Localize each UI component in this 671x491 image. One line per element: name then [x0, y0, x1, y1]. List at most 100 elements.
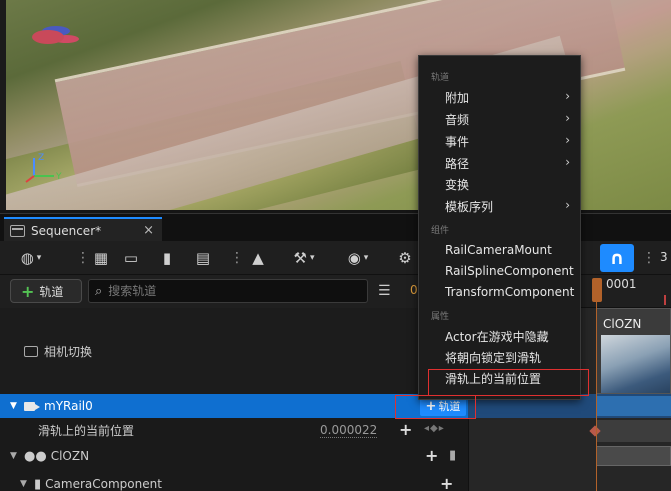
marker-icon: ▲: [252, 249, 264, 267]
chevron-right-icon: ›: [565, 111, 570, 125]
wrench-icon: ⚒: [293, 249, 307, 267]
plus-icon: +: [21, 281, 35, 301]
clapper-icon: [10, 224, 25, 237]
menu-item-lock-orientation-to-rail[interactable]: 将朝向锁定到滑轨: [420, 346, 580, 368]
menu-item-path[interactable]: 路径 ›: [420, 152, 580, 174]
track-label: ClOZN: [50, 449, 90, 463]
track-search-input[interactable]: [108, 284, 349, 298]
menu-item-transform[interactable]: 变换: [420, 173, 580, 195]
menu-item-label: Actor在游戏中隐藏: [445, 329, 549, 344]
axis-gizmo-icon: Z Y: [25, 153, 62, 183]
menu-item-audio[interactable]: 音频 ›: [420, 108, 580, 130]
track-label: CameraComponent: [45, 477, 162, 491]
playhead-handle[interactable]: [592, 278, 602, 302]
chevron-right-icon: ›: [565, 198, 570, 212]
menu-item-rail-spline-component[interactable]: RailSplineComponent: [420, 260, 580, 282]
track-search-row: + 轨道 ⌕ ☰ 0: [0, 275, 468, 308]
chevron-down-icon: ▾: [309, 253, 315, 263]
menu-item-label: 路径: [445, 156, 470, 171]
camera-cut-icon: [24, 345, 38, 357]
axis-z-label: Z: [38, 153, 44, 163]
magnet-icon: ∩: [609, 247, 625, 269]
toolbar-divider: ⋮: [76, 250, 90, 266]
playhead-frame-label: 0001: [606, 277, 637, 291]
key-navigation-icon[interactable]: ◂◆▸: [424, 423, 445, 434]
render-movie-button[interactable]: ▤: [192, 247, 214, 269]
menu-section-header: 组件: [431, 226, 450, 236]
menu-item-label: TransformComponent: [445, 285, 575, 299]
menu-item-label: 变换: [445, 177, 470, 192]
menu-item-label: 模板序列: [445, 199, 494, 214]
add-track-button[interactable]: + 轨道: [10, 279, 82, 303]
filter-icon[interactable]: ☰: [378, 283, 391, 299]
axis-y-label: Y: [55, 172, 62, 182]
chevron-right-icon: ›: [565, 155, 570, 169]
current-frame-field[interactable]: 0: [410, 283, 418, 297]
viewport-left-edge: [0, 0, 6, 210]
track-row-camera[interactable]: ▼ ●● ClOZN + ▮: [0, 444, 468, 468]
group-icon: ●●: [24, 448, 47, 464]
menu-item-template-sequence[interactable]: 模板序列 ›: [420, 195, 580, 217]
expand-arrow-icon[interactable]: ▼: [10, 451, 20, 461]
track-row-component[interactable]: ▼ ▮ CameraComponent +: [0, 472, 468, 491]
save-icon: ▦: [93, 249, 109, 267]
clip-thumbnail: [601, 335, 670, 393]
search-icon: ⌕: [95, 283, 103, 299]
add-key-button[interactable]: +: [399, 420, 412, 439]
gear-icon: ⚙: [398, 249, 412, 267]
camera-cut-section[interactable]: ClOZN: [596, 308, 671, 394]
clapper-icon: ▤: [195, 249, 211, 267]
sequencer-tab[interactable]: Sequencer* ×: [4, 217, 162, 242]
expand-arrow-icon[interactable]: ▼: [10, 401, 20, 411]
toolbar-divider: ⋮: [642, 250, 656, 266]
camera-cut-track[interactable]: 相机切换: [0, 308, 468, 394]
component-icon: ▮: [34, 476, 42, 491]
menu-item-attach[interactable]: 附加 ›: [420, 86, 580, 108]
timeline-camera-bar[interactable]: [596, 446, 671, 466]
toolbar-number: 3: [660, 250, 668, 264]
settings-button[interactable]: ⚙: [394, 247, 416, 269]
camera-cut-label: 相机切换: [44, 344, 93, 359]
menu-item-event[interactable]: 事件 ›: [420, 130, 580, 152]
menu-item-actor-hidden-in-game[interactable]: Actor在游戏中隐藏: [420, 325, 580, 347]
find-asset-button[interactable]: ▭: [120, 247, 142, 269]
property-label: 滑轨上的当前位置: [38, 423, 135, 438]
chevron-down-icon: ▾: [36, 253, 42, 263]
menu-item-label: 将朝向锁定到滑轨: [445, 350, 542, 365]
snap-toggle-button[interactable]: ∩: [600, 244, 634, 272]
timeline-section[interactable]: [596, 396, 671, 416]
menu-item-transform-component[interactable]: TransformComponent: [420, 281, 580, 303]
world-settings-button[interactable]: ◍ ▾: [14, 247, 48, 269]
highlight-box-add-track: [395, 395, 476, 419]
camera-button[interactable]: ▮: [156, 247, 178, 269]
menu-section-header: 属性: [431, 312, 450, 322]
track-search-box[interactable]: ⌕: [88, 279, 368, 303]
clip-label: ClOZN: [603, 317, 642, 331]
tools-button[interactable]: ⚒ ▾: [286, 247, 322, 269]
highlight-box-menu-item: [428, 369, 589, 396]
add-track-menu: 轨道 附加 › 音频 › 事件 › 路径 › 变换 模板序列 › 组件 RailCamer…: [418, 55, 581, 400]
playhead-line: [596, 300, 597, 491]
close-icon[interactable]: ×: [143, 223, 154, 238]
folder-search-icon: ▭: [123, 249, 139, 267]
rail-actor-icon: [24, 400, 40, 413]
menu-item-label: 音频: [445, 112, 470, 127]
eye-icon: ◉: [347, 249, 361, 267]
camera-icon[interactable]: ▮: [449, 448, 456, 463]
menu-item-rail-camera-mount[interactable]: RailCameraMount: [420, 239, 580, 261]
menu-item-label: RailCameraMount: [445, 243, 552, 257]
menu-section-header: 轨道: [431, 73, 450, 83]
end-marker: [664, 295, 666, 305]
property-value-field[interactable]: 0.000022: [320, 423, 378, 438]
add-track-label: 轨道: [39, 284, 64, 299]
expand-arrow-icon[interactable]: ▼: [20, 479, 30, 489]
timeline-property-bar[interactable]: [596, 420, 671, 442]
view-options-button[interactable]: ◉ ▾: [340, 247, 376, 269]
track-row-property[interactable]: 滑轨上的当前位置 0.000022 + ◂◆▸: [0, 418, 468, 442]
save-sequence-button[interactable]: ▦: [90, 247, 112, 269]
sequencer-tab-title: Sequencer*: [31, 223, 102, 238]
add-track-plus-button[interactable]: +: [425, 446, 438, 465]
actions-button[interactable]: ▲: [246, 247, 270, 269]
globe-icon: ◍: [20, 249, 34, 267]
add-track-plus-button[interactable]: +: [440, 474, 453, 491]
